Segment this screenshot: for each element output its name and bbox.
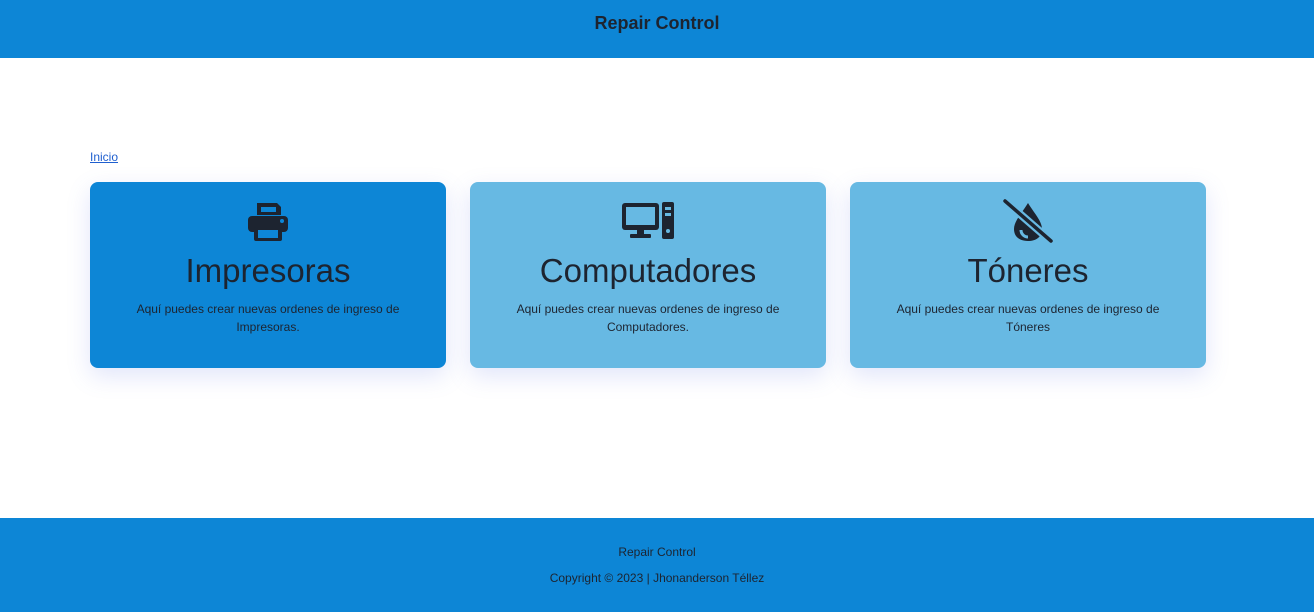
card-description: Aquí puedes crear nuevas ordenes de ingr… — [516, 302, 780, 334]
card-toneres[interactable]: Tóneres Aquí puedes crear nuevas ordenes… — [850, 182, 1206, 368]
app-title: Repair Control — [594, 13, 720, 33]
printer-icon — [242, 199, 294, 243]
card-title: Impresoras — [185, 252, 351, 289]
card-computadores[interactable]: Computadores Aquí puedes crear nuevas or… — [470, 182, 826, 368]
card-description: Aquí puedes crear nuevas ordenes de ingr… — [136, 302, 400, 334]
card-title: Tóneres — [967, 252, 1089, 289]
top-header: Repair Control — [0, 0, 1314, 58]
page-footer: Repair Control Copyright © 2023 | Jhonan… — [0, 518, 1314, 612]
card-impresoras[interactable]: Impresoras Aquí puedes crear nuevas orde… — [90, 182, 446, 368]
breadcrumb-home-link[interactable]: Inicio — [90, 150, 118, 164]
card-title: Computadores — [539, 252, 757, 289]
card-description: Aquí puedes crear nuevas ordenes de ingr… — [896, 302, 1160, 334]
desktop-computer-icon — [622, 199, 674, 243]
droplet-slash-icon — [1002, 199, 1054, 243]
footer-copyright: Copyright © 2023 | Jhonanderson Téllez — [549, 571, 765, 585]
card-grid: Impresoras Aquí puedes crear nuevas orde… — [90, 182, 1206, 368]
footer-app-name: Repair Control — [618, 545, 696, 559]
